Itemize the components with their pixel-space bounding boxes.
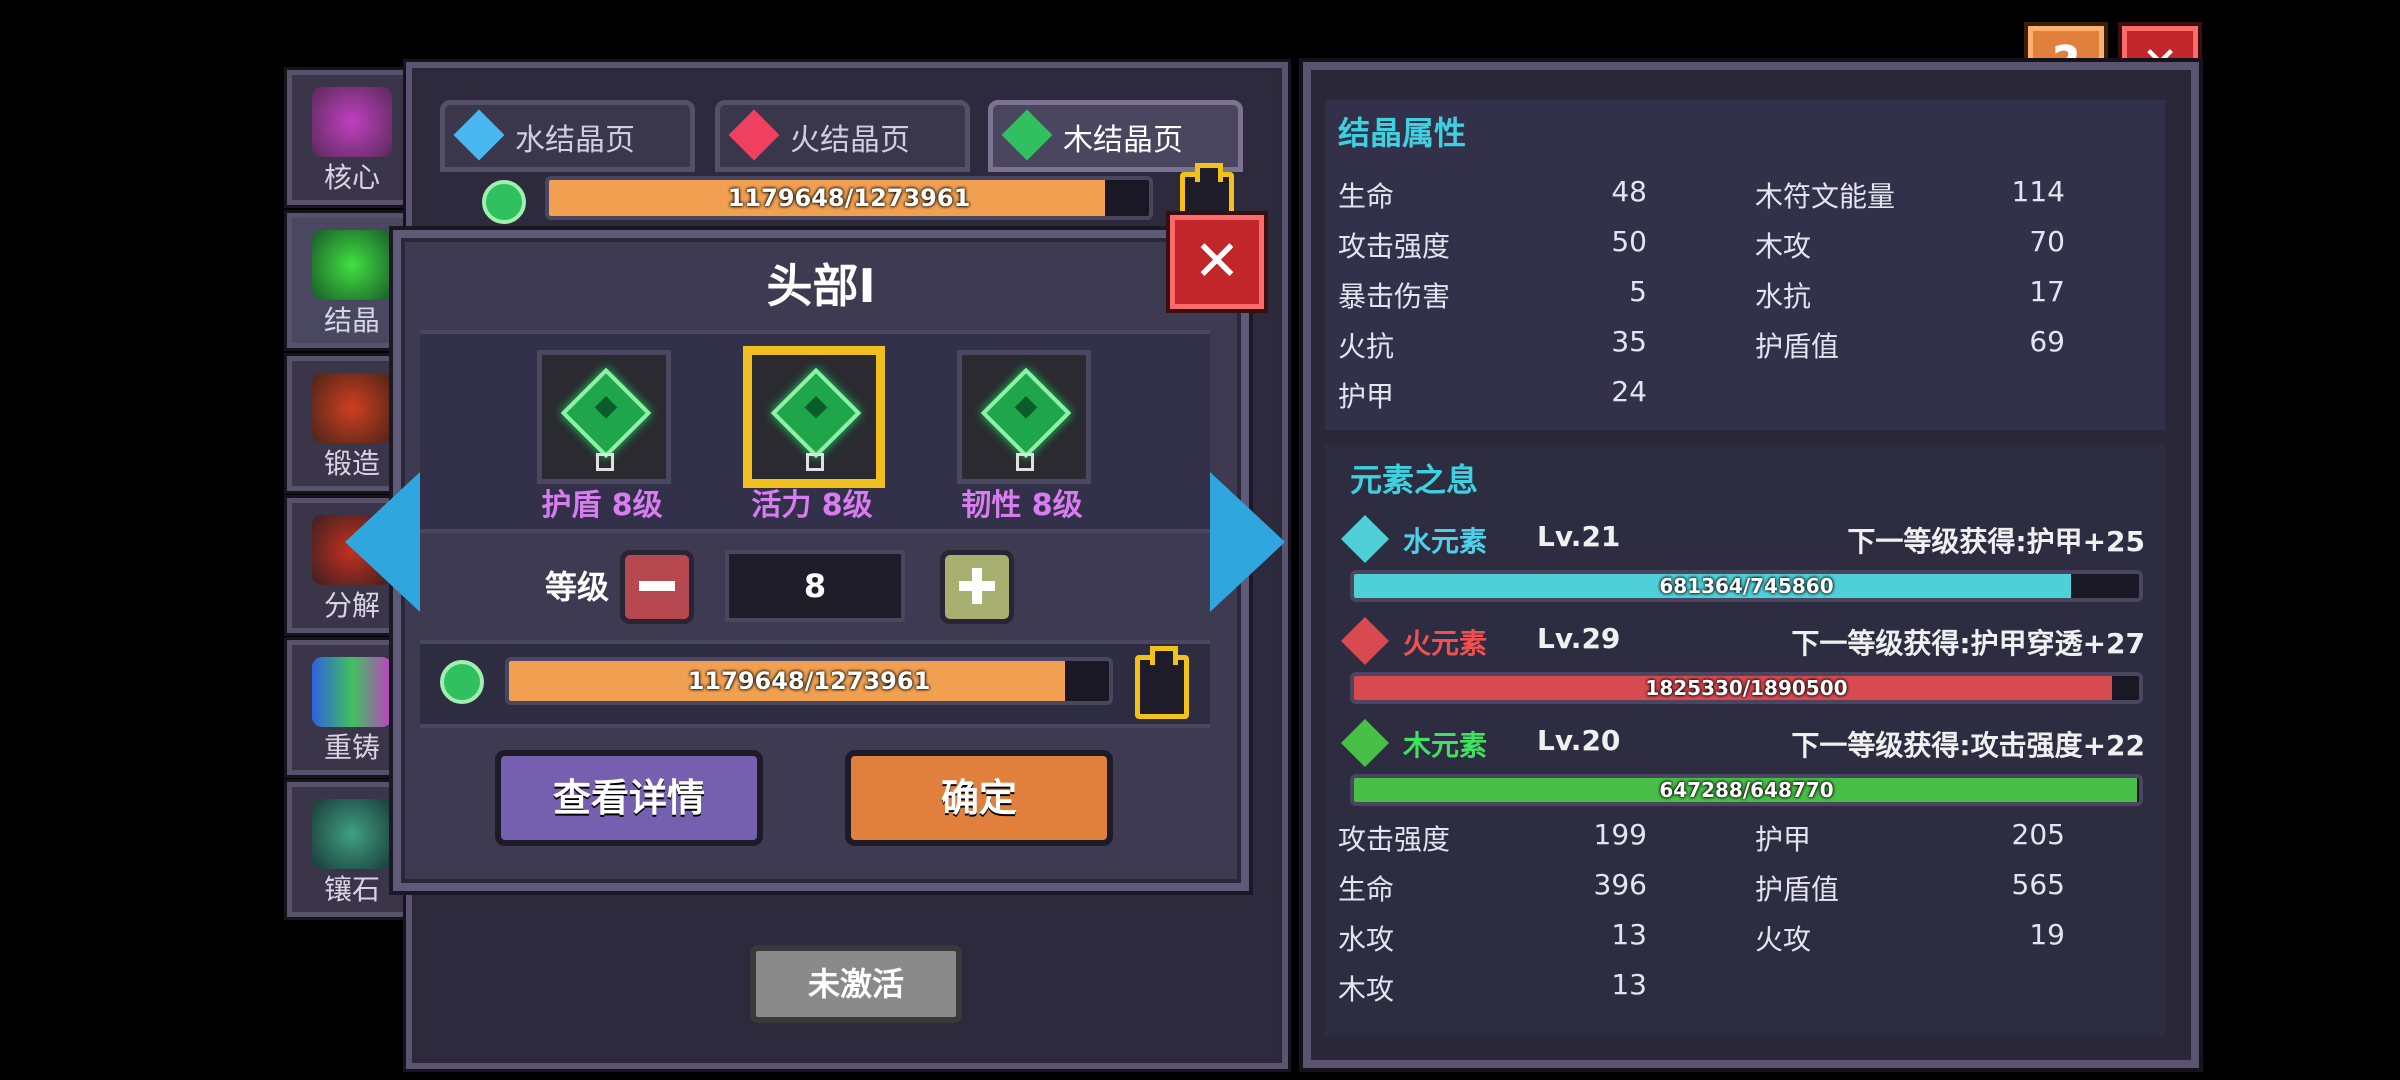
stat-name: 水攻 [1338, 923, 1395, 956]
level-input[interactable]: 8 [725, 550, 905, 622]
stat-name: 木符文能量 [1755, 180, 1896, 213]
side-menu-label: 核心 [323, 161, 380, 194]
stat-name: 火攻 [1755, 923, 1812, 956]
stat-value: 69 [2029, 325, 2065, 358]
stat-name: 护甲 [1755, 823, 1812, 856]
slot-label-shield: 护盾 8级 [541, 488, 663, 523]
lock-icon [1016, 453, 1034, 471]
view-details-button[interactable]: 查看详情 [495, 750, 763, 846]
wood-gem-icon [482, 180, 526, 224]
confirm-button[interactable]: 确定 [845, 750, 1113, 846]
tab-wood-crystal[interactable]: 木结晶页 [988, 100, 1243, 172]
inactive-button[interactable]: 未激活 [750, 945, 962, 1023]
stat-name: 暴击伤害 [1338, 280, 1451, 313]
tab-label: 水结晶页 [515, 123, 635, 158]
stat-name: 水抗 [1755, 280, 1812, 313]
element-level: Lv.29 [1537, 622, 1621, 655]
stat-name: 生命 [1338, 873, 1395, 906]
slot-label-vitality: 活力 8级 [751, 488, 873, 523]
stat-value: 50 [1611, 225, 1647, 258]
next-arrow-button[interactable] [1210, 472, 1285, 612]
element-next-reward: 下一等级获得:护甲+25 [1847, 525, 2145, 558]
element-progress-bar: 681364/745860 [1350, 570, 2143, 602]
element-progress-text: 681364/745860 [1659, 574, 1834, 598]
stat-name: 木攻 [1755, 230, 1812, 263]
stat-value: 24 [1611, 375, 1647, 408]
stat-name: 护盾值 [1755, 330, 1840, 363]
forge-icon [312, 373, 392, 443]
tab-water-crystal[interactable]: 水结晶页 [440, 100, 695, 172]
crystal-slot-vitality[interactable] [747, 350, 881, 484]
element-next-reward: 下一等级获得:攻击强度+22 [1791, 729, 2145, 762]
stat-name: 木攻 [1338, 973, 1395, 1006]
minus-icon [639, 581, 675, 591]
element-name: 木元素 [1403, 729, 1488, 762]
stat-value: 565 [2011, 868, 2065, 901]
wood-gem-icon [1001, 109, 1053, 161]
dialog-close-button[interactable]: ✕ [1170, 215, 1264, 309]
stat-name: 火抗 [1338, 330, 1395, 363]
side-menu-core[interactable]: 核心 [287, 70, 417, 205]
inlay-icon [312, 799, 392, 869]
stat-name: 生命 [1338, 180, 1395, 213]
wood-crystal-icon [560, 367, 652, 459]
element-progress-text: 647288/648770 [1659, 778, 1834, 802]
stat-value: 48 [1611, 175, 1647, 208]
stat-value: 13 [1611, 918, 1647, 951]
lock-icon [596, 453, 614, 471]
element-breath-title: 元素之息 [1350, 461, 1479, 499]
decrease-level-button[interactable] [620, 550, 694, 624]
recast-icon [312, 657, 392, 727]
close-icon: ✕ [1193, 229, 1241, 294]
stat-value: 19 [2029, 918, 2065, 951]
crystal-slot-shield[interactable] [537, 350, 671, 484]
stat-name: 攻击强度 [1338, 230, 1451, 263]
stat-value: 5 [1629, 275, 1647, 308]
top-energy-bar-text: 1179648/1273961 [727, 184, 971, 212]
tab-label: 木结晶页 [1063, 123, 1183, 158]
stat-name: 护甲 [1338, 380, 1395, 413]
level-label: 等级 [545, 568, 610, 606]
element-progress-bar: 1825330/1890500 [1350, 672, 2143, 704]
dialog-energy-bar-text: 1179648/1273961 [687, 667, 931, 695]
stat-value: 205 [2011, 818, 2065, 851]
stat-name: 攻击强度 [1338, 823, 1451, 856]
tab-fire-crystal[interactable]: 火结晶页 [715, 100, 970, 172]
stat-value: 199 [1593, 818, 1647, 851]
stat-name: 护盾值 [1755, 873, 1840, 906]
element-name: 水元素 [1403, 525, 1488, 558]
lock-icon [806, 453, 824, 471]
element-level: Lv.20 [1537, 724, 1621, 757]
stat-value: 70 [2029, 225, 2065, 258]
wood-crystal-icon [980, 367, 1072, 459]
increase-level-button[interactable] [940, 550, 1014, 624]
element-name: 火元素 [1403, 627, 1488, 660]
wood-gem-icon [440, 660, 484, 704]
stat-value: 35 [1611, 325, 1647, 358]
crystal-icon [312, 230, 392, 300]
fire-gem-icon [728, 109, 780, 161]
dialog-energy-bar: 1179648/1273961 [505, 657, 1113, 705]
slot-label-toughness: 韧性 8级 [961, 488, 1083, 523]
dialog-title: 头部I [766, 259, 876, 313]
element-next-reward: 下一等级获得:护甲穿透+27 [1791, 627, 2145, 660]
water-gem-icon [453, 109, 505, 161]
crystal-attributes-title: 结晶属性 [1338, 114, 1467, 152]
element-progress-text: 1825330/1890500 [1645, 676, 1848, 700]
element-level: Lv.21 [1537, 520, 1621, 553]
core-icon [312, 87, 392, 157]
stat-value: 17 [2029, 275, 2065, 308]
top-energy-bar: 1179648/1273961 [545, 176, 1153, 220]
previous-arrow-button[interactable] [345, 472, 420, 612]
stat-value: 114 [2011, 175, 2065, 208]
stat-value: 396 [1593, 868, 1647, 901]
tab-label: 火结晶页 [790, 123, 910, 158]
clipboard-icon[interactable] [1135, 646, 1189, 719]
stat-value: 13 [1611, 968, 1647, 1001]
crystal-slot-toughness[interactable] [957, 350, 1091, 484]
element-progress-bar: 647288/648770 [1350, 774, 2143, 806]
wood-crystal-icon [770, 367, 862, 459]
